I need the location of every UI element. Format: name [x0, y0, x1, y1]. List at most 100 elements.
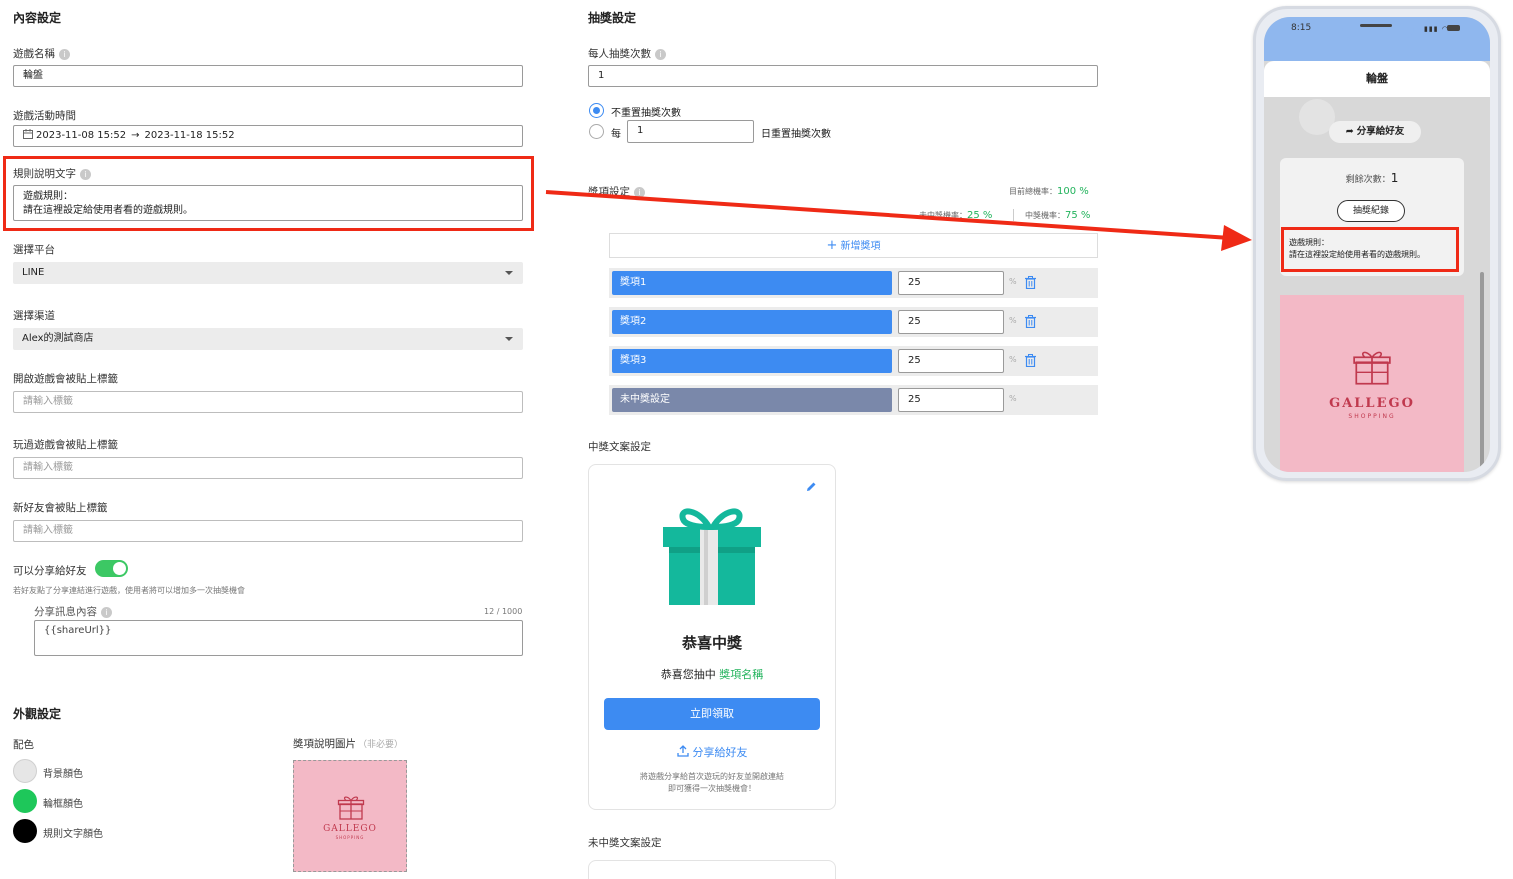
- brand-name-small: GALLEGO: [323, 824, 377, 834]
- phone-share-button[interactable]: ➦ 分享給好友: [1329, 121, 1421, 143]
- frame-color-swatch[interactable]: [13, 789, 37, 813]
- draws-label: 每人抽獎次數 i: [588, 46, 666, 61]
- phone-rules-line-1: 遊戲規則：: [1289, 238, 1329, 247]
- prize-probability-input[interactable]: 25: [898, 310, 1004, 334]
- win-copy-card: 恭喜中獎 恭喜您抽中 獎項名稱 立即領取 分享給好友 將遊戲分享給首次遊玩的好友…: [588, 464, 836, 810]
- channel-select[interactable]: Alex的測試商店: [13, 328, 523, 350]
- lose-copy-card: [588, 860, 836, 879]
- phone-notch: [1342, 17, 1414, 39]
- platform-select[interactable]: LINE: [13, 262, 523, 284]
- appearance-title: 外觀設定: [13, 707, 62, 721]
- chevron-down-icon: [505, 337, 513, 341]
- reset-suffix-label: 日重置抽獎次數: [761, 129, 831, 140]
- phone-prize-image: GALLEGO SHOPPING: [1280, 295, 1464, 472]
- game-time-end: 2023-11-18 15:52: [144, 130, 235, 141]
- game-time-label: 遊戲活動時間: [13, 110, 76, 122]
- share-link[interactable]: 分享給好友: [589, 744, 835, 760]
- radio-reset-every[interactable]: [589, 124, 604, 139]
- share-link-label: 分享給好友: [692, 746, 748, 759]
- brand-name-large: GALLEGO: [1329, 396, 1415, 411]
- share-toggle[interactable]: [95, 560, 128, 577]
- status-bar: 8:15 ▮▮▮ ◠: [1264, 17, 1490, 61]
- game-time-range-input[interactable]: 2023-11-08 15:52 → 2023-11-18 15:52: [13, 125, 523, 147]
- share-message-textarea[interactable]: {{shareUrl}}: [34, 620, 523, 656]
- signal-wifi-battery-icon: ▮▮▮ ◠: [1424, 25, 1449, 33]
- bg-color-swatch[interactable]: [13, 759, 37, 783]
- frame-color-label: 輪框顏色: [43, 799, 83, 810]
- share-note: 將遊戲分享給首次遊玩的好友並開啟連結 即可獲得一次抽獎機會！: [589, 771, 835, 795]
- rules-line-1: 遊戲規則：: [23, 191, 73, 202]
- no-reset-label: 不重置抽獎次數: [611, 108, 681, 119]
- phone-title: 輪盤: [1264, 61, 1490, 97]
- channel-value: Alex的測試商店: [22, 333, 94, 344]
- phone-rules-text: 遊戲規則： 請在這裡設定給使用者看的遊戲規則。: [1289, 237, 1425, 261]
- percent-unit: %: [1009, 316, 1017, 325]
- trash-icon[interactable]: [1025, 315, 1036, 328]
- prize-row: 獎項2 25 %: [609, 307, 1098, 337]
- win-heading: 恭喜中獎: [681, 634, 742, 652]
- info-icon[interactable]: i: [80, 168, 91, 180]
- trash-icon[interactable]: [1025, 354, 1036, 367]
- draws-input[interactable]: 1: [588, 65, 1098, 87]
- info-icon[interactable]: i: [59, 48, 70, 60]
- percent-unit: %: [1009, 277, 1017, 286]
- prize-row: 獎項1 25 %: [609, 268, 1098, 298]
- tag-new-friend-input[interactable]: 請輸入標籤: [13, 520, 523, 542]
- upload-share-icon: [676, 745, 689, 757]
- prize-probability-input[interactable]: 25: [898, 271, 1004, 295]
- prize-row: 獎項3 25 %: [609, 346, 1098, 376]
- chevron-down-icon: [505, 271, 513, 275]
- rules-text-color-label: 規則文字顏色: [43, 829, 103, 840]
- rules-textarea[interactable]: 遊戲規則： 請在這裡設定給使用者看的遊戲規則。: [13, 185, 523, 221]
- prize-name[interactable]: 獎項2: [612, 310, 892, 334]
- gift-icon: [663, 508, 761, 605]
- tag-new-friend-label: 新好友會被貼上標籤: [13, 502, 108, 514]
- reset-days-input[interactable]: 1: [627, 120, 754, 143]
- phone-screen: 8:15 ▮▮▮ ◠ 輪盤 ➦ 分享給好友 剩餘次數：1 抽獎紀錄 遊戲規則： 請…: [1264, 17, 1490, 472]
- calendar-icon: [23, 129, 33, 139]
- phone-info-card: 剩餘次數：1 抽獎紀錄 遊戲規則： 請在這裡設定給使用者看的遊戲規則。: [1280, 158, 1464, 276]
- prize-row-lose: 未中獎設定 25 %: [609, 385, 1098, 415]
- prize-probability-input[interactable]: 25: [898, 349, 1004, 373]
- gift-logo-icon: [337, 796, 365, 820]
- platform-value: LINE: [22, 267, 45, 278]
- lose-prize-name[interactable]: 未中獎設定: [612, 388, 892, 412]
- share-note-line-2: 即可獲得一次抽獎機會！: [668, 784, 756, 793]
- tag-open-input[interactable]: 請輸入標籤: [13, 391, 523, 413]
- percent-unit: %: [1009, 394, 1017, 403]
- lottery-title: 抽獎設定: [588, 11, 637, 25]
- share-note-line-1: 將遊戲分享給首次遊玩的好友並開啟連結: [640, 772, 784, 781]
- info-icon[interactable]: i: [655, 48, 666, 60]
- phone-share-label: 分享給好友: [1356, 126, 1405, 137]
- prize-image-label: 獎項說明圖片 （非必要）: [293, 738, 404, 750]
- win-copy-title: 中獎文案設定: [588, 441, 651, 453]
- share-hint: 若好友點了分享連結進行遊戲，使用者將可以增加多一次抽獎機會: [13, 586, 245, 595]
- game-name-label: 遊戲名稱 i: [13, 46, 70, 61]
- tag-open-label: 開啟遊戲會被貼上標籤: [13, 373, 118, 385]
- prize-image-upload[interactable]: GALLEGO SHOPPING: [293, 760, 407, 872]
- prize-name[interactable]: 獎項3: [612, 349, 892, 373]
- phone-scrollbar[interactable]: [1480, 272, 1484, 472]
- toggle-knob: [113, 562, 126, 575]
- game-name-input[interactable]: 輪盤: [13, 65, 523, 87]
- tag-played-label: 玩過遊戲會被貼上標籤: [13, 439, 118, 451]
- platform-label: 選擇平台: [13, 244, 55, 256]
- pencil-icon[interactable]: [805, 481, 817, 493]
- prize-name[interactable]: 獎項1: [612, 271, 892, 295]
- rules-text-color-swatch[interactable]: [13, 819, 37, 843]
- reset-every-label: 每: [611, 129, 621, 140]
- share-toggle-label: 可以分享給好友: [13, 565, 87, 577]
- tag-played-input[interactable]: 請輸入標籤: [13, 457, 523, 479]
- radio-no-reset[interactable]: [589, 103, 604, 118]
- prize-probability-input[interactable]: 25: [898, 388, 1004, 412]
- remaining-count: 剩餘次數：1: [1345, 171, 1399, 185]
- content-settings-title: 內容設定: [13, 11, 62, 25]
- gift-logo-icon: [1353, 351, 1391, 385]
- phone-rules-line-2: 請在這裡設定給使用者看的遊戲規則。: [1289, 250, 1425, 259]
- brand-sub-small: SHOPPING: [335, 835, 365, 840]
- prize-name-highlight: 獎項名稱: [719, 668, 764, 681]
- history-button[interactable]: 抽獎紀錄: [1337, 200, 1405, 222]
- trash-icon[interactable]: [1025, 276, 1036, 289]
- claim-button[interactable]: 立即領取: [604, 698, 820, 730]
- info-icon[interactable]: i: [101, 606, 112, 618]
